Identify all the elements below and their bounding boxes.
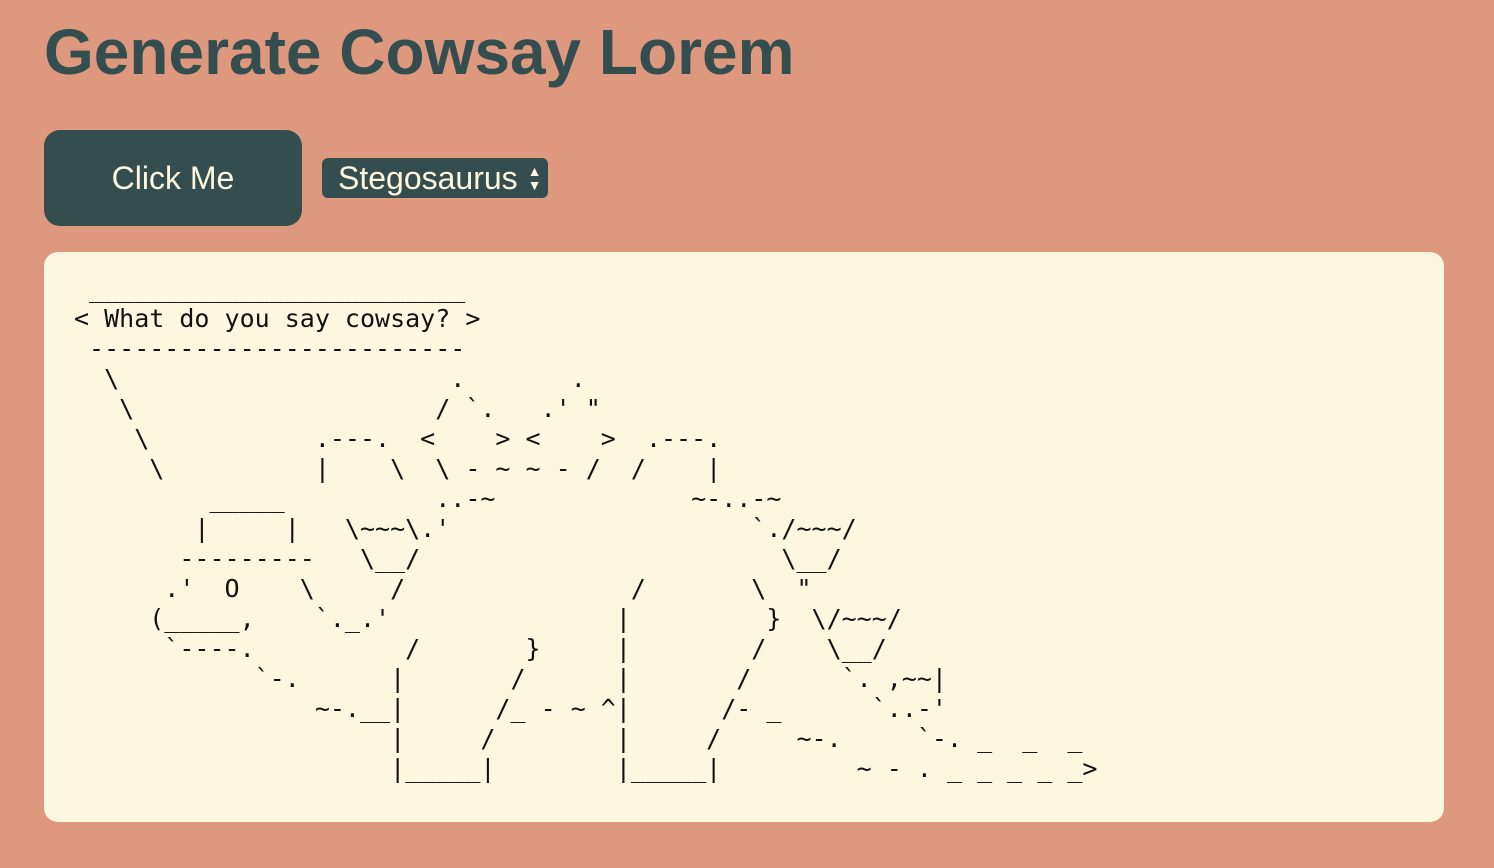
animal-select-value: Stegosaurus (338, 159, 518, 196)
cowsay-ascii-art: _________________________ < What do you … (74, 274, 1098, 783)
controls-bar: Click Me Stegosaurus ▲ ▼ (44, 130, 548, 226)
click-me-button[interactable]: Click Me (44, 130, 302, 226)
page-title: Generate Cowsay Lorem (44, 16, 795, 88)
animal-select[interactable]: Stegosaurus ▲ ▼ (322, 158, 548, 198)
cowsay-output-panel: _________________________ < What do you … (44, 252, 1444, 822)
select-arrows-icon: ▲ ▼ (527, 163, 542, 193)
page: Generate Cowsay Lorem Click Me Stegosaur… (0, 0, 1494, 868)
